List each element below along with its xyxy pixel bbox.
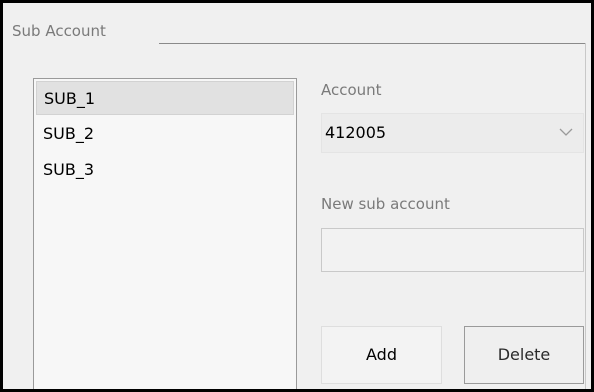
group-divider [159, 43, 585, 44]
new-sub-account-label: New sub account [321, 195, 450, 213]
list-item[interactable]: SUB_2 [36, 117, 294, 151]
list-item[interactable]: SUB_3 [36, 153, 294, 187]
account-label: Account [321, 81, 382, 99]
new-sub-account-input[interactable] [321, 228, 584, 272]
add-button[interactable]: Add [321, 326, 442, 384]
delete-button[interactable]: Delete [464, 326, 584, 384]
sub-account-panel: Sub Account SUB_1 SUB_2 SUB_3 Account 41… [0, 0, 594, 392]
account-value: 412005 [325, 123, 387, 142]
group-title: Sub Account [12, 22, 106, 40]
sub-account-list[interactable]: SUB_1 SUB_2 SUB_3 [33, 78, 297, 389]
list-item[interactable]: SUB_1 [36, 81, 294, 115]
chevron-down-icon[interactable] [559, 126, 573, 138]
account-dropdown[interactable]: 412005 [321, 113, 584, 153]
group-border-right [585, 43, 586, 389]
